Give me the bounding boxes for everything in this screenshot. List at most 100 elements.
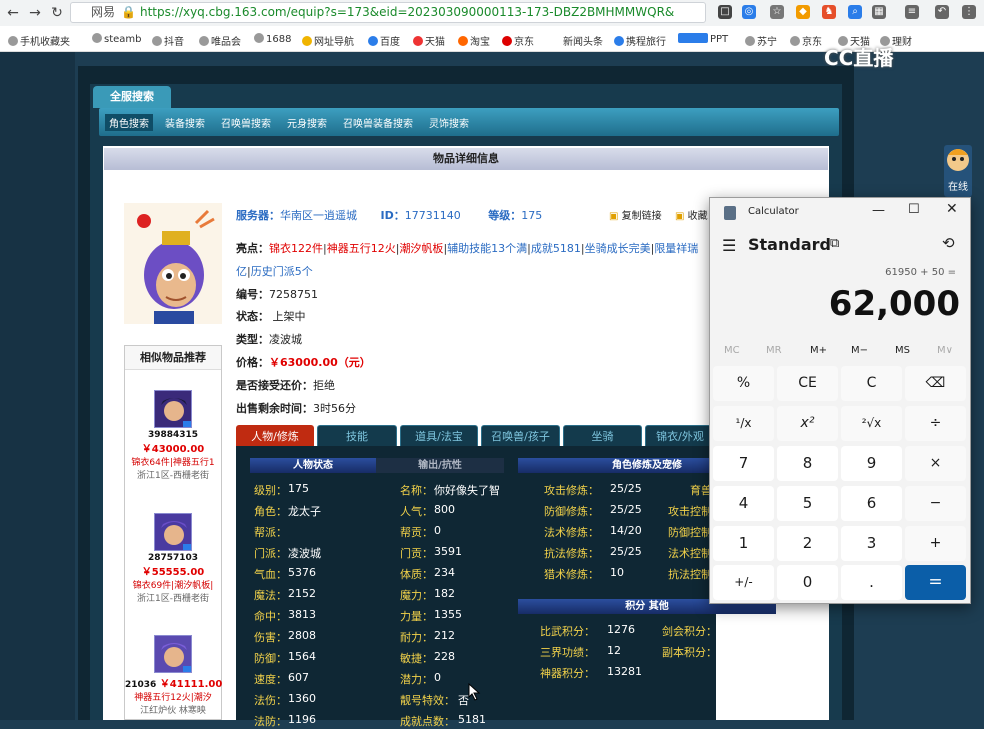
undo-icon[interactable]: ↶ (935, 5, 949, 19)
square-root-button[interactable]: ²√x (841, 406, 902, 441)
digit-8-button[interactable]: 8 (777, 446, 838, 481)
subtract-button[interactable]: − (905, 486, 966, 521)
similar-item-portrait[interactable] (154, 635, 192, 673)
memory-list-button[interactable]: M∨ (937, 345, 953, 356)
similar-item[interactable]: 28757103 ￥55555.00 锦衣69件|潮汐帆板| 浙江1区-西栅老街 (125, 513, 221, 604)
calculator-app-icon (724, 206, 736, 220)
close-icon[interactable]: ✕ (946, 201, 958, 217)
tab-items[interactable]: 道具/法宝 (400, 425, 478, 446)
tab-mounts[interactable]: 坐骑 (563, 425, 642, 446)
history-icon[interactable]: ⟲ (942, 234, 955, 252)
memory-add-button[interactable]: M+ (810, 345, 827, 356)
favorite-button[interactable]: ▣ 收藏 (675, 207, 708, 222)
memory-recall-button[interactable]: MR (766, 345, 782, 356)
reciprocal-button[interactable]: ¹/x (713, 406, 774, 441)
shield-icon[interactable]: ◆ (796, 5, 810, 19)
divide-button[interactable]: ÷ (905, 406, 966, 441)
bookmark[interactable]: 淘宝 (458, 33, 490, 48)
subnav-equip-search[interactable]: 装备搜索 (165, 115, 205, 130)
bookmark[interactable]: 唯品会 (199, 33, 241, 48)
lock-icon: 🔒 (121, 5, 136, 19)
equals-button[interactable]: = (905, 565, 966, 600)
subnav-pet-equip-search[interactable]: 召唤兽装备搜索 (343, 115, 413, 130)
tab-pets[interactable]: 召唤兽/孩子 (481, 425, 560, 446)
memory-subtract-button[interactable]: M− (851, 345, 868, 356)
similar-item[interactable]: 39884315 ￥43000.00 锦衣64件|神器五行1 浙江1区-西栅老街 (125, 390, 221, 481)
add-button[interactable]: + (905, 526, 966, 561)
browser-toolbar: ← → ↻ 网易 🔒 https://xyq.cbg.163.com/equip?s… (0, 0, 984, 26)
calculator-window: Calculator — ☐ ✕ ☰ Standard ⧉ ⟲ 61950 + … (709, 197, 971, 604)
maximize-icon[interactable]: ☐ (908, 202, 920, 217)
game-icon[interactable]: ♞ (822, 5, 836, 19)
bookmark[interactable]: 抖音 (152, 33, 184, 48)
search-icon[interactable]: ⌕ (848, 5, 862, 19)
keep-on-top-icon[interactable]: ⧉ (830, 236, 839, 251)
digit-4-button[interactable]: 4 (713, 486, 774, 521)
bookmark[interactable]: PPT (678, 33, 728, 45)
menu-icon[interactable]: ≡ (905, 5, 919, 19)
level-value: 175 (521, 209, 543, 222)
bookmark[interactable]: 携程旅行 (614, 33, 666, 48)
digit-9-button[interactable]: 9 (841, 446, 902, 481)
bookmark[interactable]: 苏宁 (745, 33, 777, 48)
memory-store-button[interactable]: MS (895, 345, 910, 356)
address-bar[interactable]: 网易 🔒 https://xyq.cbg.163.com/equip?s=173&e… (70, 2, 706, 23)
screenshot-icon[interactable]: □ (718, 5, 732, 19)
bookmark[interactable]: 新闻头条 (563, 33, 603, 48)
bookmark[interactable]: 京东 (502, 33, 534, 48)
negate-button[interactable]: +/- (713, 565, 774, 600)
multiply-button[interactable]: × (905, 446, 966, 481)
extension-icon[interactable]: ◎ (742, 5, 756, 19)
subnav-role-search[interactable]: 角色搜索 (105, 114, 153, 131)
star-icon[interactable]: ☆ (770, 5, 784, 19)
forward-icon[interactable]: → (26, 4, 44, 22)
memory-clear-button[interactable]: MC (724, 345, 740, 356)
all-server-search-tab[interactable]: 全服搜索 (93, 86, 171, 108)
digit-2-button[interactable]: 2 (777, 526, 838, 561)
similar-item-portrait[interactable] (154, 390, 192, 428)
backspace-button[interactable]: ⌫ (905, 366, 966, 401)
similar-item-id: 39884315 (147, 430, 199, 440)
tab-outfits[interactable]: 锦衣/外观 (645, 425, 715, 446)
highlights-line: 亮点：锦衣122件|神器五行12火|潮汐帆板|辅助技能13个满|成就5181|坐… (236, 242, 699, 255)
similar-items-panel: 相似物品推荐 39884315 ￥43000.00 锦衣64件|神器五行1 浙江… (124, 345, 222, 720)
char-status-header: 人物状态 (250, 458, 376, 473)
character-avatar (124, 203, 222, 324)
digit-0-button[interactable]: 0 (777, 565, 838, 600)
tab-character[interactable]: 人物/修炼 (236, 425, 314, 446)
tab-skills[interactable]: 技能 (317, 425, 397, 446)
digit-6-button[interactable]: 6 (841, 486, 902, 521)
bookmark[interactable]: 网址导航 (302, 33, 354, 48)
bookmark[interactable]: 京东 (790, 33, 822, 48)
digit-7-button[interactable]: 7 (713, 446, 774, 481)
back-icon[interactable]: ← (4, 4, 22, 22)
subnav-lingshi-search[interactable]: 灵饰搜索 (429, 115, 469, 130)
digit-3-button[interactable]: 3 (841, 526, 902, 561)
bookmark[interactable]: 天猫 (413, 33, 445, 48)
minimize-icon[interactable]: — (872, 203, 885, 218)
similar-item-tags: 锦衣64件|神器五行1 (131, 458, 215, 468)
subnav-yuanshen-search[interactable]: 元身搜索 (287, 115, 327, 130)
apps-icon[interactable]: ▦ (872, 5, 886, 19)
bookmark[interactable]: 1688 (254, 33, 291, 45)
decimal-button[interactable]: . (841, 565, 902, 600)
online-service-button[interactable]: 在线 (944, 145, 972, 197)
digit-1-button[interactable]: 1 (713, 526, 774, 561)
more-icon[interactable]: ⋮ (962, 5, 976, 19)
clear-button[interactable]: C (841, 366, 902, 401)
copy-link-button[interactable]: ▣ 复制链接 (609, 207, 662, 222)
similar-item[interactable]: 21036 ￥41111.00 神器五行12火|潮汐 江红炉伙 林寒映 (125, 635, 222, 716)
square-button[interactable]: x² (777, 406, 838, 441)
bookmark[interactable]: steamb (92, 33, 142, 45)
digit-5-button[interactable]: 5 (777, 486, 838, 521)
output-resist-header[interactable]: 输出/抗性 (376, 458, 504, 473)
bookmark[interactable]: 百度 (368, 33, 400, 48)
subnav-pet-search[interactable]: 召唤兽搜索 (221, 115, 271, 130)
page-background (0, 52, 75, 720)
similar-item-portrait[interactable] (154, 513, 192, 551)
hamburger-menu-icon[interactable]: ☰ (722, 236, 736, 255)
clear-entry-button[interactable]: CE (777, 366, 838, 401)
bookmark[interactable]: 手机收藏夹 (8, 33, 70, 48)
percent-button[interactable]: % (713, 366, 774, 401)
reload-icon[interactable]: ↻ (48, 4, 66, 22)
